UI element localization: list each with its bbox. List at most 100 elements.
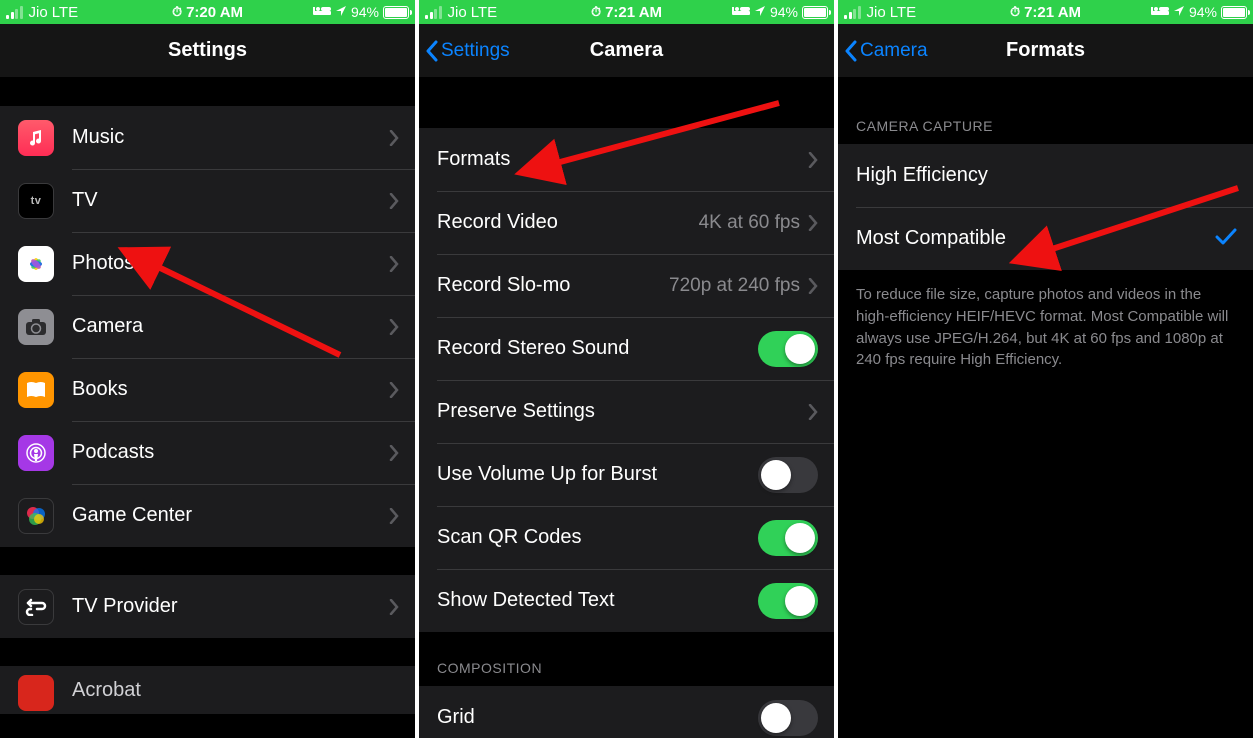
page-title: Formats [1006, 39, 1085, 62]
signal-icon [844, 6, 861, 19]
status-bar: Jio LTE ⏱ 7:21 AM 94% [838, 0, 1253, 24]
status-bar: Jio LTE ⏱ 7:20 AM 94% [0, 0, 415, 24]
row-label: Most Compatible [856, 227, 1006, 250]
chevron-right-icon [389, 508, 399, 524]
carrier-label: Jio [448, 4, 467, 21]
signal-icon [6, 6, 23, 19]
settings-row-tvprovider[interactable]: TV Provider [0, 575, 415, 638]
formats-row-most-compatible[interactable]: Most Compatible [838, 207, 1253, 270]
chevron-right-icon [389, 382, 399, 398]
chevron-right-icon [389, 599, 399, 615]
chevron-right-icon [808, 152, 818, 168]
row-label: Preserve Settings [437, 400, 595, 423]
toggle-qr[interactable] [758, 520, 818, 556]
books-icon [18, 372, 54, 408]
screen-settings: Jio LTE ⏱ 7:20 AM 94% Settings Music [0, 0, 415, 738]
chevron-right-icon [389, 256, 399, 272]
camera-row-volume-burst[interactable]: Use Volume Up for Burst [419, 443, 834, 506]
row-label: Record Stereo Sound [437, 337, 629, 360]
settings-row-tv[interactable]: tv TV [0, 169, 415, 232]
row-label: Grid [437, 706, 475, 729]
back-button[interactable]: Settings [425, 24, 510, 77]
toggle-stereo[interactable] [758, 331, 818, 367]
settings-row-books[interactable]: Books [0, 358, 415, 421]
row-label: Acrobat [72, 679, 141, 702]
battery-label: 94% [1189, 4, 1217, 20]
back-label: Camera [860, 40, 928, 62]
camera-row-preserve[interactable]: Preserve Settings [419, 380, 834, 443]
chevron-right-icon [808, 215, 818, 231]
page-title: Camera [590, 39, 663, 62]
row-label: Formats [437, 148, 510, 171]
camera-row-grid[interactable]: Grid [419, 686, 834, 738]
back-label: Settings [441, 40, 510, 62]
section-footer: To reduce file size, capture photos and … [838, 270, 1253, 385]
music-icon [18, 120, 54, 156]
page-title: Settings [168, 39, 247, 62]
alarm-icon: ⏱ [172, 4, 182, 20]
gamecenter-icon [18, 498, 54, 534]
row-label: TV [72, 189, 98, 212]
podcasts-icon [18, 435, 54, 471]
network-label: LTE [471, 4, 497, 21]
camera-row-record-video[interactable]: Record Video 4K at 60 fps [419, 191, 834, 254]
checkmark-icon [1215, 225, 1237, 253]
camera-icon [18, 309, 54, 345]
chevron-right-icon [389, 445, 399, 461]
back-button[interactable]: Camera [844, 24, 928, 77]
bed-icon [313, 4, 331, 20]
location-icon [1173, 4, 1185, 20]
settings-row-camera[interactable]: Camera [0, 295, 415, 358]
carrier-label: Jio [867, 4, 886, 21]
clock-label: 7:21 AM [605, 4, 662, 21]
settings-row-music[interactable]: Music [0, 106, 415, 169]
camera-row-stereo[interactable]: Record Stereo Sound [419, 317, 834, 380]
alarm-icon: ⏱ [591, 4, 601, 20]
row-label: Use Volume Up for Burst [437, 463, 657, 486]
settings-row-acrobat[interactable]: Acrobat [0, 666, 415, 714]
row-label: TV Provider [72, 595, 178, 618]
location-icon [754, 4, 766, 20]
settings-row-podcasts[interactable]: Podcasts [0, 421, 415, 484]
status-bar: Jio LTE ⏱ 7:21 AM 94% [419, 0, 834, 24]
carrier-label: Jio [29, 4, 48, 21]
tv-icon: tv [18, 183, 54, 219]
toggle-volume-burst[interactable] [758, 457, 818, 493]
clock-label: 7:21 AM [1024, 4, 1081, 21]
bed-icon [732, 4, 750, 20]
row-label: Camera [72, 315, 143, 338]
chevron-right-icon [808, 404, 818, 420]
row-label: Show Detected Text [437, 589, 615, 612]
row-value: 4K at 60 fps [699, 212, 800, 234]
camera-row-formats[interactable]: Formats [419, 128, 834, 191]
network-label: LTE [890, 4, 916, 21]
screen-camera: Jio LTE ⏱ 7:21 AM 94% Settings Camera Fo… [419, 0, 834, 738]
row-label: Scan QR Codes [437, 526, 582, 549]
bed-icon [1151, 4, 1169, 20]
formats-row-high-efficiency[interactable]: High Efficiency [838, 144, 1253, 207]
battery-label: 94% [351, 4, 379, 20]
chevron-right-icon [389, 130, 399, 146]
camera-row-detected-text[interactable]: Show Detected Text [419, 569, 834, 632]
row-label: Music [72, 126, 124, 149]
toggle-detected-text[interactable] [758, 583, 818, 619]
network-label: LTE [52, 4, 78, 21]
battery-icon [1221, 6, 1247, 19]
chevron-right-icon [389, 319, 399, 335]
row-label: Books [72, 378, 128, 401]
acrobat-icon [18, 675, 54, 711]
row-label: Podcasts [72, 441, 154, 464]
camera-row-qr[interactable]: Scan QR Codes [419, 506, 834, 569]
chevron-right-icon [808, 278, 818, 294]
settings-row-photos[interactable]: Photos [0, 232, 415, 295]
camera-row-record-slomo[interactable]: Record Slo-mo 720p at 240 fps [419, 254, 834, 317]
row-label: Record Slo-mo [437, 274, 570, 297]
row-value: 720p at 240 fps [669, 275, 800, 297]
screen-formats: Jio LTE ⏱ 7:21 AM 94% Camera Formats CAM… [838, 0, 1253, 738]
nav-bar: Settings Camera [419, 24, 834, 78]
alarm-icon: ⏱ [1010, 4, 1020, 20]
settings-row-gamecenter[interactable]: Game Center [0, 484, 415, 547]
battery-label: 94% [770, 4, 798, 20]
chevron-right-icon [389, 193, 399, 209]
toggle-grid[interactable] [758, 700, 818, 736]
